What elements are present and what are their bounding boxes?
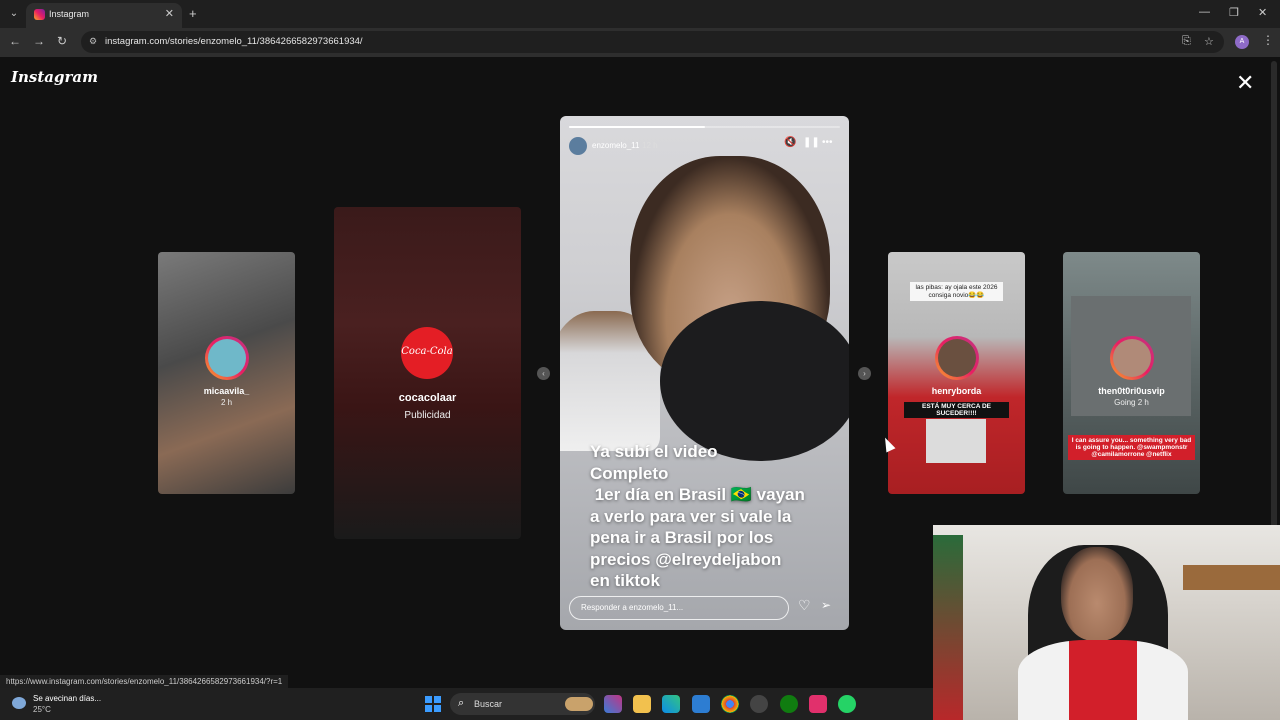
- preview-username: henryborda: [931, 386, 982, 396]
- status-bar-url: https://www.instagram.com/stories/enzome…: [0, 675, 289, 688]
- restore-button[interactable]: ❐: [1229, 6, 1239, 19]
- pause-icon[interactable]: ❚❚: [803, 137, 820, 148]
- preview-overlay-text: las pibas: ay ojala este 2026 consiga no…: [910, 282, 1003, 301]
- avatar: [1110, 336, 1154, 380]
- address-bar[interactable]: ⚙ instagram.com/stories/enzomelo_11/3864…: [81, 31, 1224, 53]
- windows-start-icon[interactable]: [425, 696, 441, 712]
- story-background-pillow: [660, 301, 849, 461]
- avatar: [205, 336, 249, 380]
- preview-username: then0t0ri0usvip: [1098, 386, 1165, 396]
- url-text[interactable]: instagram.com/stories/enzomelo_11/386426…: [105, 36, 363, 47]
- preview-overlay-text: I can assure you... something very bad i…: [1068, 435, 1195, 460]
- webcam-shelf: [1183, 565, 1280, 590]
- preview-image: [926, 419, 986, 463]
- xbox-icon[interactable]: [780, 695, 798, 713]
- forward-button[interactable]: →: [33, 34, 45, 48]
- cocacola-logo: Coca-Cola: [401, 327, 453, 379]
- story-preview-micaavila[interactable]: micaavila_ 2 h: [158, 252, 295, 494]
- preview-username: micaavila_: [203, 386, 250, 396]
- site-info-icon[interactable]: ⚙: [89, 36, 97, 47]
- caption-line: Ya subí el video: [590, 442, 718, 461]
- tab-title: Instagram: [49, 9, 90, 19]
- story-preview-henryborda[interactable]: las pibas: ay ojala este 2026 consiga no…: [888, 252, 1025, 494]
- weather-temp[interactable]: 25°C: [33, 705, 51, 714]
- cocacola-logo-text: Coca-Cola: [401, 346, 453, 357]
- story-username[interactable]: enzomelo_11: [592, 141, 639, 150]
- back-button[interactable]: ←: [9, 34, 21, 48]
- webcam-overlay: [933, 525, 1280, 720]
- store-icon[interactable]: [692, 695, 710, 713]
- edge-icon[interactable]: [662, 695, 680, 713]
- caption-line: precios @elreydeljabon: [590, 549, 782, 569]
- more-options-icon[interactable]: •••: [822, 137, 833, 148]
- mute-icon[interactable]: 🔇: [784, 137, 796, 148]
- install-app-icon[interactable]: ⎘: [1182, 35, 1191, 48]
- tiktok-icon[interactable]: [809, 695, 827, 713]
- tab-instagram[interactable]: Instagram ✕: [26, 3, 182, 28]
- preview-time: Going 2 h: [1114, 398, 1149, 407]
- reply-placeholder: Responder a enzomelo_11...: [581, 603, 684, 612]
- webcam-face: [1061, 547, 1133, 641]
- avatar[interactable]: [569, 137, 587, 155]
- instagram-logo[interactable]: Instagram: [11, 68, 98, 86]
- caption-line: Completo: [590, 463, 669, 483]
- window-close-button[interactable]: ✕: [1258, 6, 1267, 19]
- reload-button[interactable]: ↻: [57, 34, 67, 48]
- story-preview-cocacolaar[interactable]: Coca-Cola cocacolaar Publicidad: [334, 207, 521, 539]
- story-caption: Ya subí el video Completo 1er día en Bra…: [590, 441, 840, 592]
- steam-icon[interactable]: [750, 695, 768, 713]
- previous-story-button[interactable]: ‹: [537, 367, 550, 380]
- browser-menu-icon[interactable]: ⋮: [1262, 33, 1274, 47]
- bookmark-star-icon[interactable]: ☆: [1204, 35, 1214, 48]
- browser-tab-strip: ⌄ Instagram ✕ + — ❐ ✕: [0, 0, 1280, 28]
- copilot-icon[interactable]: [604, 695, 622, 713]
- caption-line: pena ir a Brasil por los: [590, 528, 774, 547]
- search-icon: ⌕: [458, 697, 465, 709]
- webcam-flag: [933, 535, 963, 720]
- close-icon[interactable]: ✕: [1236, 70, 1254, 96]
- caption-line: 1er día en Brasil 🇧🇷 vayan: [590, 485, 805, 504]
- browser-toolbar: ← → ↻ ⚙ instagram.com/stories/enzomelo_1…: [0, 28, 1280, 57]
- story-preview-then0t0ri0usvip[interactable]: then0t0ri0usvip Going 2 h I can assure y…: [1063, 252, 1200, 494]
- sponsored-label: Publicidad: [404, 410, 451, 421]
- weather-title[interactable]: Se avecinan días...: [33, 694, 101, 703]
- caption-line: a verlo para ver si vale la: [590, 506, 792, 526]
- caption-line: en tiktok: [590, 571, 660, 590]
- chrome-icon[interactable]: [721, 695, 739, 713]
- like-heart-icon[interactable]: ♡: [798, 597, 811, 614]
- preview-username: cocacolaar: [398, 392, 457, 404]
- avatar: [935, 336, 979, 380]
- bread-widget-icon[interactable]: [565, 697, 593, 711]
- preview-time: 2 h: [220, 398, 233, 407]
- file-explorer-icon[interactable]: [633, 695, 651, 713]
- webcam-shirt: [1018, 640, 1188, 720]
- instagram-favicon-icon: [34, 9, 45, 20]
- new-tab-button[interactable]: +: [189, 6, 197, 21]
- weather-icon[interactable]: [12, 697, 26, 709]
- minimize-button[interactable]: —: [1199, 6, 1210, 18]
- story-progress-bar: [569, 126, 840, 128]
- tab-search-icon[interactable]: ⌄: [6, 6, 22, 22]
- story-time: 12 h: [642, 141, 658, 150]
- active-story[interactable]: enzomelo_11 12 h 🔇 ❚❚ ••• Ya subí el vid…: [560, 116, 849, 630]
- next-story-button[interactable]: ›: [858, 367, 871, 380]
- tab-close-icon[interactable]: ✕: [165, 7, 174, 20]
- reply-input[interactable]: Responder a enzomelo_11...: [569, 596, 789, 620]
- search-label: Buscar: [474, 699, 503, 709]
- whatsapp-icon[interactable]: [838, 695, 856, 713]
- send-icon[interactable]: ➢: [821, 598, 831, 612]
- profile-avatar[interactable]: A: [1235, 35, 1249, 49]
- preview-banner: ESTÁ MUY CERCA DE SUCEDER!!!!: [904, 402, 1009, 418]
